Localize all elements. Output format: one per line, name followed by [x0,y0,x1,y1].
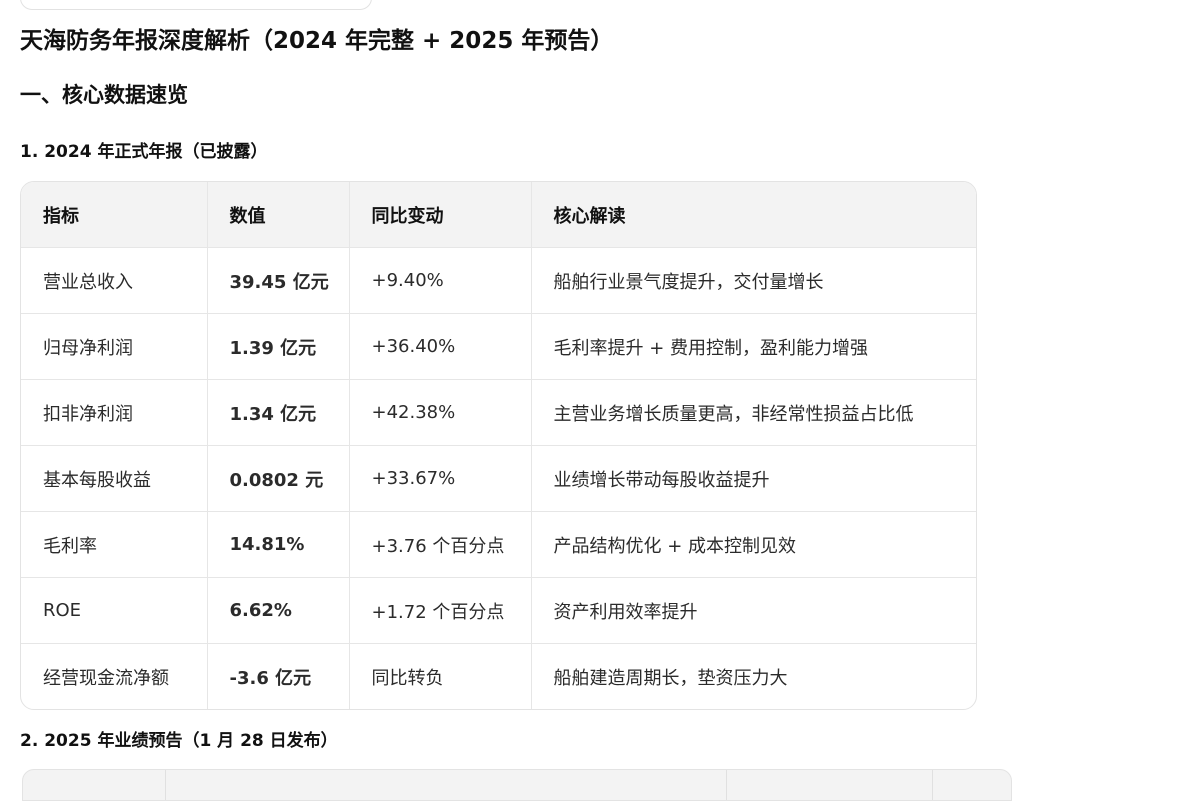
metric-cell: 经营现金流净额 [21,643,208,709]
yoy-change-cell: +9.40% [349,247,532,314]
value-cell: -3.6 亿元 [207,643,350,709]
yoy-change-cell: +1.72 个百分点 [349,577,532,644]
table-row: 经营现金流净额 -3.6 亿元 同比转负 船舶建造周期长，垫资压力大 [21,643,976,709]
interpretation-cell: 资产利用效率提升 [531,577,976,644]
metric-cell: 扣非净利润 [21,379,208,446]
column-divider [165,770,166,800]
value-cell: 0.0802 元 [207,445,350,512]
interpretation-cell: 船舶建造周期长，垫资压力大 [553,667,788,689]
table-row: 归母净利润 1.39 亿元 +36.40% 毛利率提升 + 费用控制，盈利能力增… [21,313,976,380]
metric-cell: 营业总收入 [21,247,208,314]
table-row: 基本每股收益 0.0802 元 +33.67% 业绩增长带动每股收益提升 [21,445,976,512]
value-cell: 39.45 亿元 [207,247,350,314]
section-heading-core-data: 一、核心数据速览 [20,83,188,107]
yoy-change-cell: +3.76 个百分点 [349,511,532,578]
previous-message-card [20,0,372,10]
yoy-change-cell: +33.67% [349,445,532,512]
yoy-change-cell: +36.40% [349,313,532,380]
table-row: 毛利率 14.81% +3.76 个百分点 产品结构优化 + 成本控制见效 [21,511,976,578]
subsection-heading-2025-forecast: 2. 2025 年业绩预告（1 月 28 日发布） [20,731,338,751]
subsection-heading-2024-report: 1. 2024 年正式年报（已披露） [20,142,268,162]
yoy-change-cell: 同比转负 [349,643,532,709]
table-row: 营业总收入 39.45 亿元 +9.40% 船舶行业景气度提升，交付量增长 [21,247,976,314]
interpretation-cell: 产品结构优化 + 成本控制见效 [531,511,976,578]
metric-cell: 毛利率 [21,511,208,578]
yoy-change-cell: +42.38% [349,379,532,446]
value-cell: 14.81% [207,511,350,578]
table-header-row: 指标 数值 同比变动 核心解读 [21,182,976,248]
table-row: ROE 6.62% +1.72 个百分点 资产利用效率提升 [21,577,976,644]
column-header-interpretation: 核心解读 [531,182,976,248]
column-header-yoy-change: 同比变动 [349,182,532,248]
page-title: 天海防务年报深度解析（2024 年完整 + 2025 年预告） [20,28,614,54]
column-header-metric: 指标 [21,182,208,248]
annual-report-table: 指标 数值 同比变动 核心解读 营业总收入 39.45 亿元 +9.40% 船舶… [20,181,977,710]
interpretation-cell: 船舶行业景气度提升，交付量增长 [531,247,976,314]
metric-cell: 归母净利润 [21,313,208,380]
column-divider [726,770,727,800]
value-cell: 1.34 亿元 [207,379,350,446]
column-divider [932,770,933,800]
value-cell: 1.39 亿元 [207,313,350,380]
metric-cell: 基本每股收益 [21,445,208,512]
interpretation-cell: 业绩增长带动每股收益提升 [531,445,976,512]
interpretation-cell: 主营业务增长质量更高，非经常性损益占比低 [531,379,976,446]
column-header-value: 数值 [207,182,350,248]
table-row: 扣非净利润 1.34 亿元 +42.38% 主营业务增长质量更高，非经常性损益占… [21,379,976,446]
value-cell: 6.62% [207,577,350,644]
interpretation-cell: 毛利率提升 + 费用控制，盈利能力增强 [531,313,976,380]
metric-cell: ROE [21,577,208,644]
